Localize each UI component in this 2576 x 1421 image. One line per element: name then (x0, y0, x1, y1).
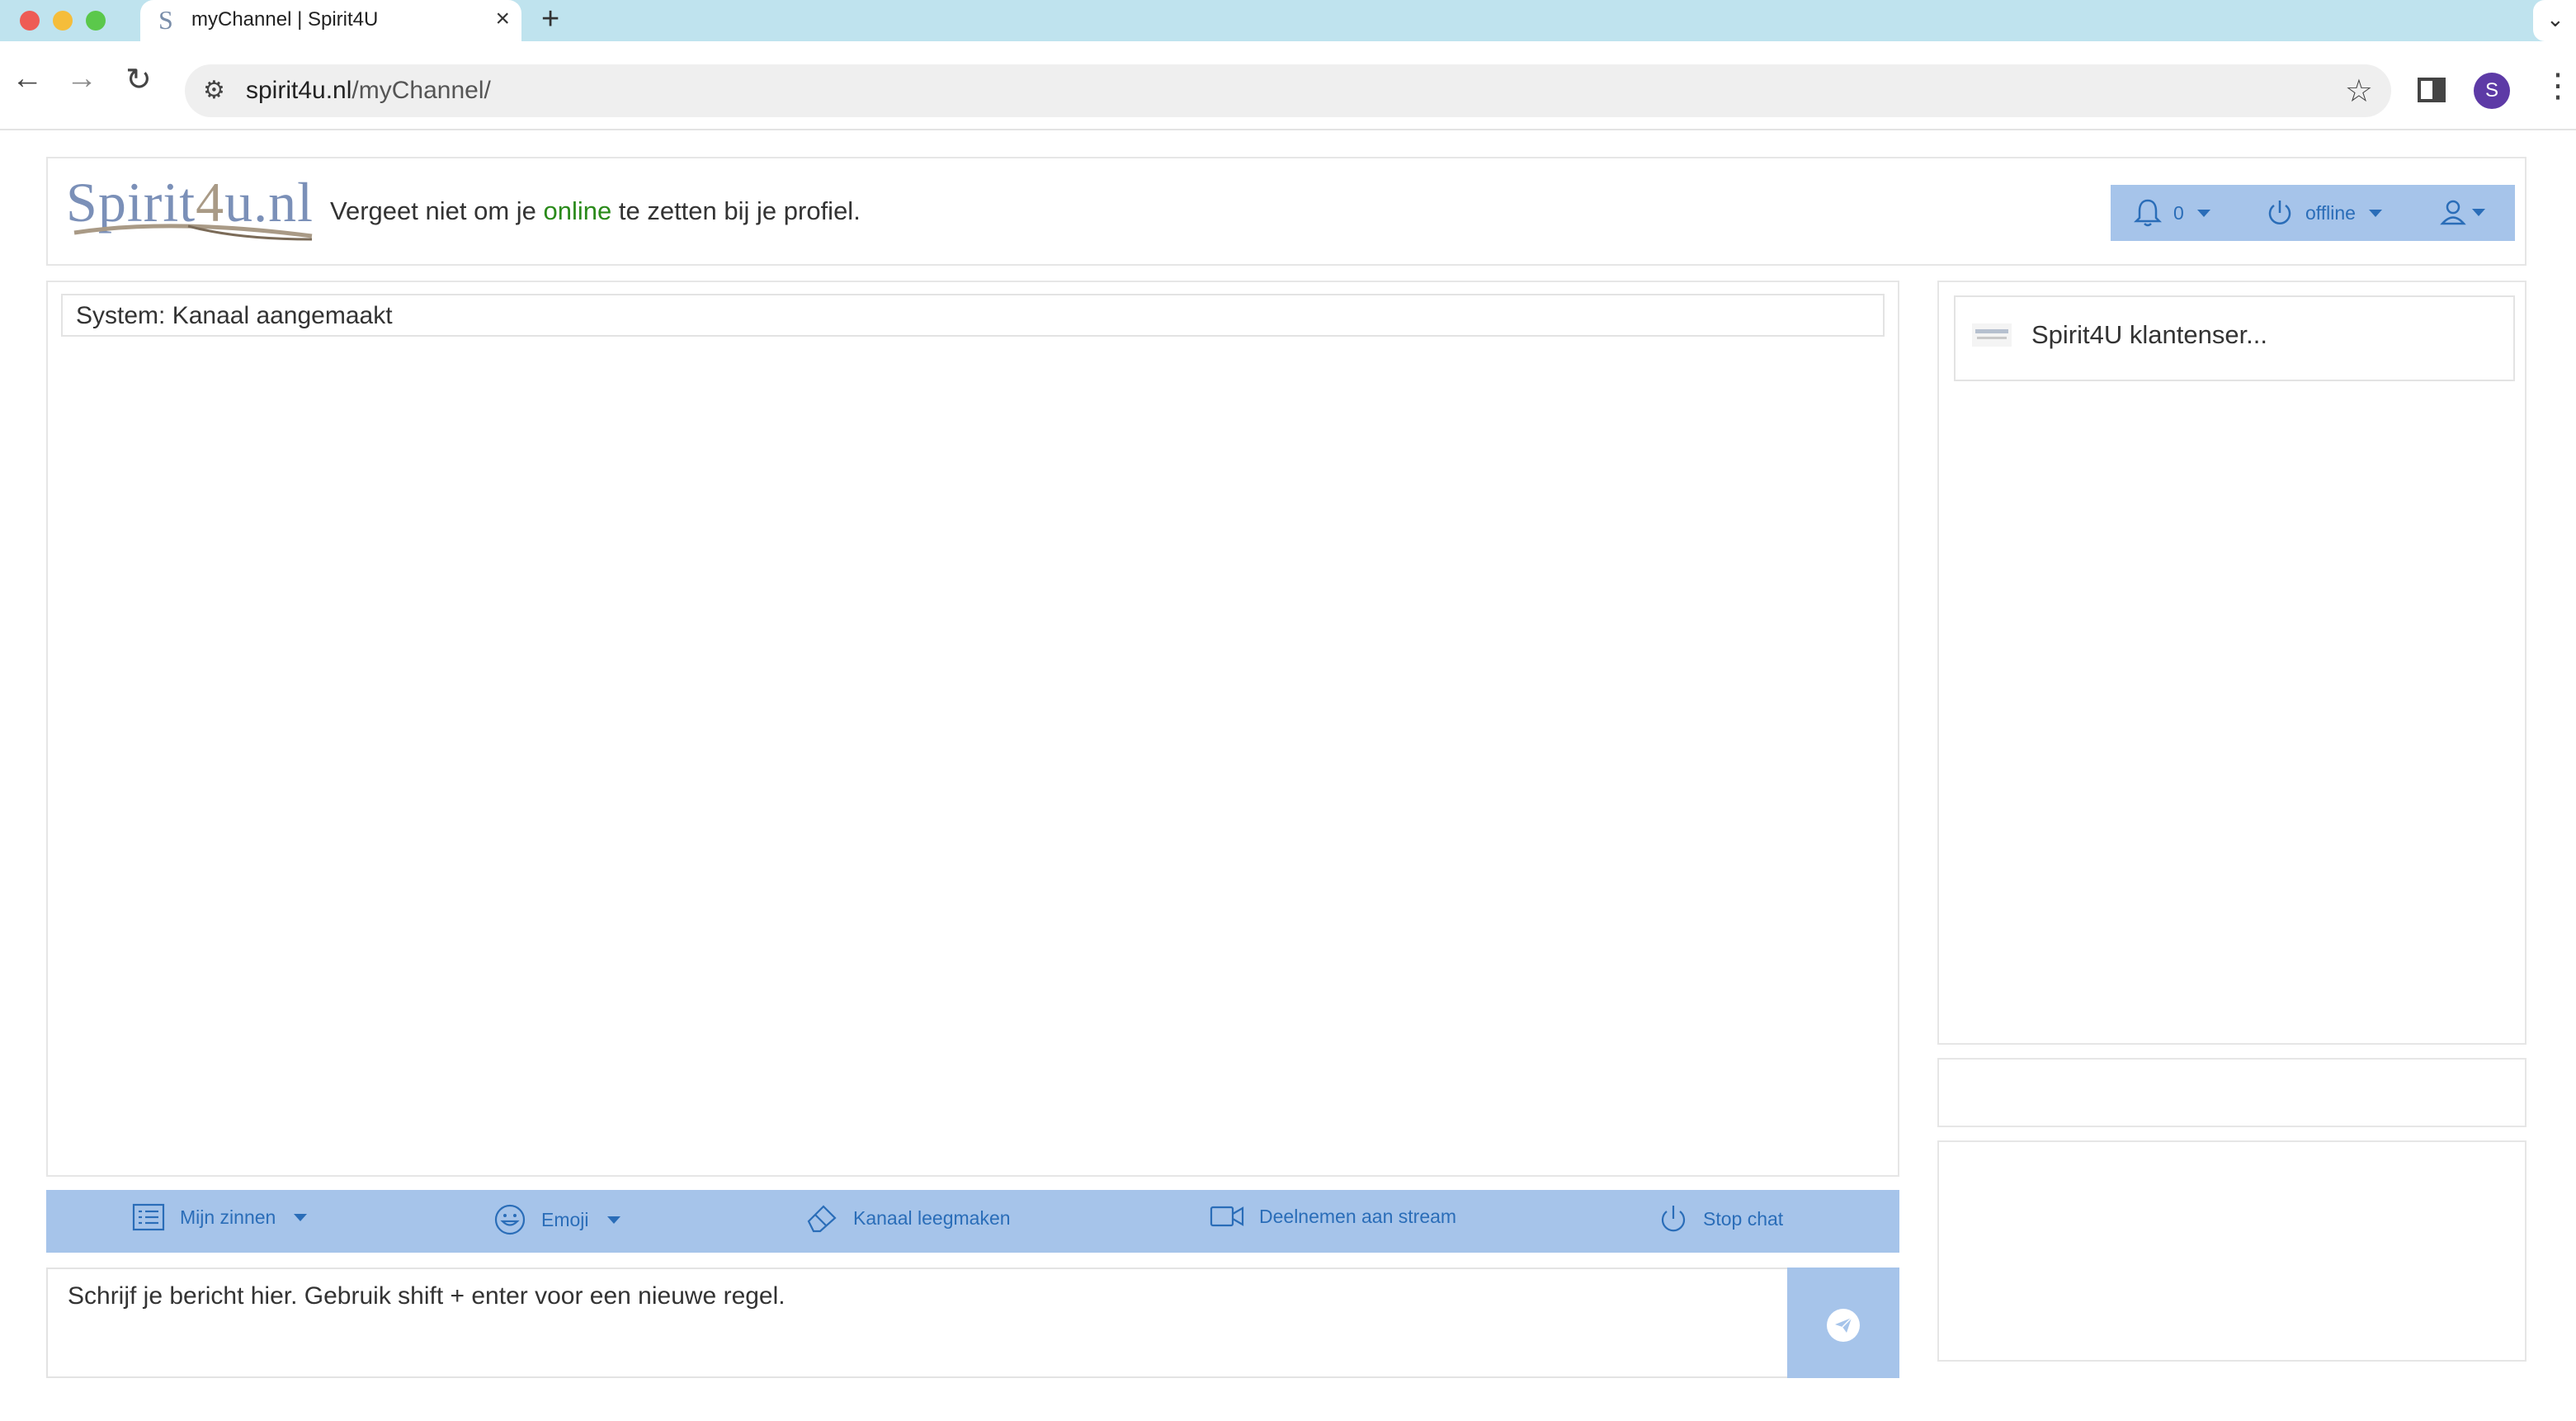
browser-toolbar: ← → ↻ ⚙ spirit4u.nl/myChannel/ ☆ S ⋮ (0, 41, 2576, 130)
status-dropdown[interactable]: offline (2266, 198, 2382, 228)
chevron-down-icon (2196, 209, 2210, 217)
forward-arrow-icon[interactable]: → (66, 61, 97, 97)
smiley-icon (494, 1204, 526, 1235)
power-icon (2268, 201, 2291, 224)
send-button[interactable] (1787, 1268, 1899, 1378)
site-logo[interactable]: Spirit4u.nl (66, 170, 314, 244)
chevron-down-icon (2472, 208, 2485, 216)
contact-avatar (1972, 323, 2012, 347)
paper-plane-icon (1835, 1317, 1852, 1333)
chevron-down-icon (606, 1216, 620, 1224)
url-path: /myChannel/ (351, 77, 491, 104)
chevron-down-icon: ⌄ (2546, 7, 2564, 31)
back-arrow-icon[interactable]: ← (12, 61, 43, 97)
contact-name: Spirit4U klantenser... (2031, 320, 2268, 349)
side-panel-icon[interactable] (2418, 78, 2446, 102)
emoji-label: Emoji (541, 1208, 589, 1230)
new-tab-icon[interactable]: + (541, 2, 559, 37)
chevron-down-icon (294, 1213, 308, 1221)
video-camera-icon (1210, 1206, 1244, 1227)
join-stream-button[interactable]: Deelnemen aan stream (1210, 1203, 1456, 1230)
reminder-before: Vergeet niet om je (330, 196, 544, 225)
browser-tab-strip: S myChannel | Spirit4U × + ⌄ (0, 0, 2576, 41)
status-label: offline (2305, 201, 2356, 224)
side-info-panel (1937, 1058, 2526, 1127)
contact-item[interactable]: Spirit4U klantenser... (1954, 295, 2515, 381)
reminder-after: te zetten bij je profiel. (611, 196, 861, 225)
site-settings-icon[interactable]: ⚙ (203, 76, 225, 105)
notifications-dropdown[interactable]: 0 (2134, 198, 2210, 228)
user-icon (2440, 200, 2466, 225)
window-close-button[interactable] (20, 11, 40, 31)
tab-title: myChannel | Spirit4U (191, 8, 379, 31)
address-bar[interactable]: ⚙ spirit4u.nl/myChannel/ ☆ (185, 64, 2391, 117)
bookmark-star-icon[interactable]: ☆ (2345, 73, 2373, 110)
contacts-panel: Spirit4U klantenser... (1937, 281, 2526, 1045)
my-phrases-button[interactable]: Mijn zinnen (132, 1203, 308, 1231)
url-domain: spirit4u.nl (246, 77, 352, 104)
browser-menu-icon[interactable]: ⋮ (2541, 69, 2574, 102)
window-minimize-button[interactable] (53, 11, 73, 31)
browser-tab-active[interactable]: S myChannel | Spirit4U × (140, 0, 521, 41)
logo-swoosh-icon (73, 224, 313, 241)
my-phrases-label: Mijn zinnen (180, 1206, 276, 1228)
chat-toolbar: Mijn zinnen Emoji Kanaal leegmaken Deeln… (46, 1190, 1899, 1253)
site-header: Spirit4u.nl Vergeet niet om je online te… (46, 157, 2526, 266)
stop-chat-button[interactable]: Stop chat (1658, 1203, 1783, 1235)
online-reminder-text: Vergeet niet om je online te zetten bij … (330, 196, 861, 226)
tab-favicon-icon: S (158, 5, 173, 35)
clear-channel-label: Kanaal leegmaken (853, 1206, 1011, 1229)
power-icon (1661, 1206, 1686, 1232)
chat-message: System: Kanaal aangemaakt (61, 294, 1885, 337)
window-zoom-button[interactable] (86, 11, 106, 31)
list-icon (132, 1203, 165, 1231)
emoji-button[interactable]: Emoji (493, 1203, 620, 1236)
profile-avatar[interactable]: S (2474, 73, 2510, 109)
send-circle (1827, 1309, 1860, 1342)
account-dropdown[interactable] (2439, 198, 2485, 226)
message-input-placeholder: Schrijf je bericht hier. Gebruik shift +… (68, 1282, 786, 1310)
join-stream-label: Deelnemen aan stream (1259, 1205, 1457, 1227)
eraser-icon (807, 1205, 837, 1233)
stop-chat-label: Stop chat (1703, 1207, 1784, 1230)
chevron-down-icon (2368, 209, 2382, 217)
url-text[interactable]: spirit4u.nl/myChannel/ (246, 77, 491, 105)
bell-icon (2134, 199, 2162, 227)
message-input[interactable]: Schrijf je bericht hier. Gebruik shift +… (46, 1268, 1789, 1378)
notification-count: 0 (2173, 201, 2184, 224)
tab-close-icon[interactable]: × (495, 5, 510, 33)
reminder-online-word: online (543, 196, 612, 225)
chat-messages-panel[interactable]: System: Kanaal aangemaakt (46, 281, 1899, 1177)
clear-channel-button[interactable]: Kanaal leegmaken (805, 1203, 1011, 1233)
tab-search-button[interactable]: ⌄ (2533, 0, 2576, 41)
side-bottom-panel (1937, 1140, 2526, 1362)
reload-icon[interactable]: ↻ (125, 61, 152, 98)
user-status-bar: 0 offline (2111, 185, 2515, 241)
